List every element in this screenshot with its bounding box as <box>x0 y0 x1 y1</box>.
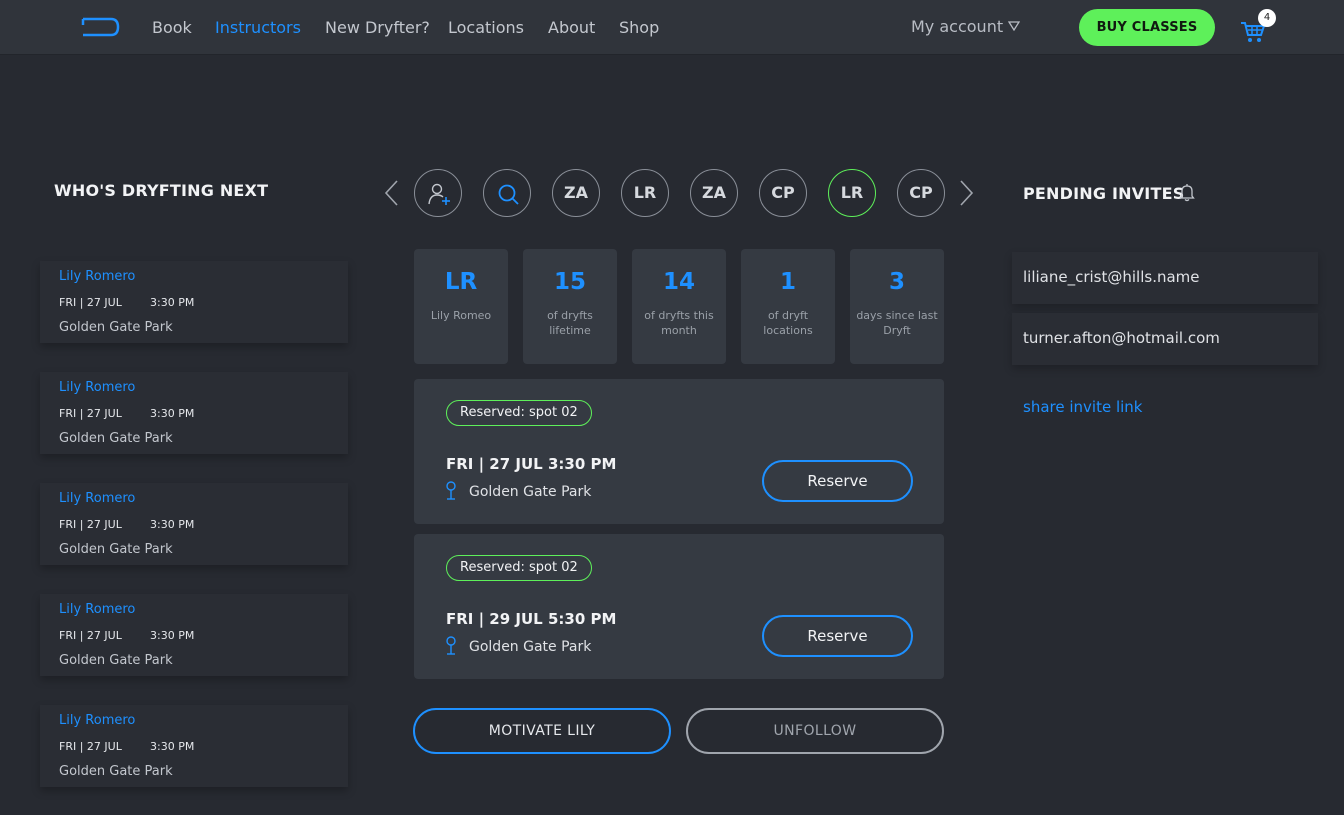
reservation-location: Golden Gate Park <box>469 639 592 655</box>
class-location: Golden Gate Park <box>59 764 173 779</box>
reservation-card: Reserved: spot 02 FRI | 29 JUL 5:30 PM G… <box>414 534 944 679</box>
reserved-badge: Reserved: spot 02 <box>446 400 592 426</box>
reservation-date: FRI | 29 JUL <box>446 610 543 628</box>
search-icon <box>498 184 519 205</box>
stat-card-initials: LR Lily Romeo <box>414 249 508 364</box>
reserve-button[interactable]: Reserve <box>762 460 913 502</box>
avatar-selected[interactable]: LR <box>828 169 876 217</box>
chevron-left-icon[interactable] <box>383 179 399 207</box>
buy-classes-button[interactable]: BUY CLASSES <box>1079 9 1215 46</box>
class-time: 3:30 PM <box>150 407 195 420</box>
reserved-badge: Reserved: spot 02 <box>446 555 592 581</box>
invite-item: turner.afton@hotmail.com <box>1012 313 1318 365</box>
bell-icon[interactable] <box>1179 183 1195 202</box>
reservation-location: Golden Gate Park <box>469 484 592 500</box>
stat-label: of dryfts this month <box>644 309 714 337</box>
stat-card-locations: 1 of dryft locations <box>741 249 835 364</box>
invite-email: turner.afton@hotmail.com <box>1023 329 1220 347</box>
class-location: Golden Gate Park <box>59 431 173 446</box>
stat-value: 15 <box>553 269 586 295</box>
whos-dryfting-title: WHO'S DRYFTING NEXT <box>54 181 269 200</box>
list-item[interactable]: Lily Romero FRI | 27 JUL 3:30 PM Golden … <box>40 372 348 454</box>
add-friend-button[interactable] <box>414 169 462 217</box>
class-date: FRI | 27 JUL <box>59 407 122 420</box>
class-date: FRI | 27 JUL <box>59 296 122 309</box>
avatar[interactable]: CP <box>759 169 807 217</box>
add-user-icon <box>428 183 450 205</box>
stat-card-this-month: 14 of dryfts this month <box>632 249 726 364</box>
invite-email: liliane_crist@hills.name <box>1023 268 1200 286</box>
class-time: 3:30 PM <box>150 518 195 531</box>
instructor-name-link[interactable]: Lily Romero <box>59 491 135 506</box>
reservation-card: Reserved: spot 02 FRI | 27 JUL 3:30 PM G… <box>414 379 944 524</box>
logo-icon[interactable] <box>80 17 120 37</box>
class-time: 3:30 PM <box>150 296 195 309</box>
invite-item: liliane_crist@hills.name <box>1012 252 1318 304</box>
class-date: FRI | 27 JUL <box>59 629 122 642</box>
list-item[interactable]: Lily Romero FRI | 27 JUL 3:30 PM Golden … <box>40 705 348 787</box>
nav-link-instructors[interactable]: Instructors <box>215 18 301 37</box>
avatar[interactable]: LR <box>621 169 669 217</box>
reserve-button[interactable]: Reserve <box>762 615 913 657</box>
instructor-name-link[interactable]: Lily Romero <box>59 713 135 728</box>
list-item[interactable]: Lily Romero FRI | 27 JUL 3:30 PM Golden … <box>40 483 348 565</box>
chevron-right-icon[interactable] <box>959 179 975 207</box>
avatar[interactable]: ZA <box>690 169 738 217</box>
avatar[interactable]: CP <box>897 169 945 217</box>
reservation-time: 5:30 PM <box>548 610 617 628</box>
stat-label: Lily Romeo <box>430 309 492 322</box>
nav-link-about[interactable]: About <box>548 18 595 37</box>
nav-link-book[interactable]: Book <box>152 18 192 37</box>
class-time: 3:30 PM <box>150 629 195 642</box>
stat-value: 14 <box>662 269 695 295</box>
stat-card-days-since: 3 days since last Dryft <box>850 249 944 364</box>
nav-link-locations[interactable]: Locations <box>448 18 524 37</box>
reservation-time: 3:30 PM <box>548 455 617 473</box>
stat-value: 3 <box>888 269 905 295</box>
reservation-date: FRI | 27 JUL <box>446 455 543 473</box>
chevron-down-icon[interactable] <box>1008 21 1020 31</box>
list-item[interactable]: Lily Romero FRI | 27 JUL 3:30 PM Golden … <box>40 594 348 676</box>
stat-value: LR <box>444 269 478 295</box>
location-pin-icon <box>446 481 456 500</box>
search-button[interactable] <box>483 169 531 217</box>
share-invite-link[interactable]: share invite link <box>1023 398 1142 416</box>
class-location: Golden Gate Park <box>59 653 173 668</box>
avatar[interactable]: ZA <box>552 169 600 217</box>
stat-card-lifetime: 15 of dryfts lifetime <box>523 249 617 364</box>
stat-label: of dryft locations <box>763 309 813 337</box>
class-location: Golden Gate Park <box>59 320 173 335</box>
location-pin-icon <box>446 636 456 655</box>
class-date: FRI | 27 JUL <box>59 740 122 753</box>
motivate-button[interactable]: MOTIVATE LILY <box>413 708 671 754</box>
stat-label: days since last Dryft <box>856 309 938 337</box>
my-account-menu[interactable]: My account <box>911 17 1003 36</box>
class-location: Golden Gate Park <box>59 542 173 557</box>
instructor-name-link[interactable]: Lily Romero <box>59 269 135 284</box>
stat-label: of dryfts lifetime <box>547 309 593 337</box>
stat-value: 1 <box>779 269 796 295</box>
cart-count-badge: 4 <box>1258 9 1276 27</box>
nav-link-shop[interactable]: Shop <box>619 18 659 37</box>
nav-link-new-dryfter[interactable]: New Dryfter? <box>325 18 430 37</box>
unfollow-button[interactable]: UNFOLLOW <box>686 708 944 754</box>
list-item[interactable]: Lily Romero FRI | 27 JUL 3:30 PM Golden … <box>40 261 348 343</box>
pending-invites-title: PENDING INVITES <box>1023 184 1185 203</box>
top-nav: Book Instructors New Dryfter? Locations … <box>0 0 1344 55</box>
instructor-name-link[interactable]: Lily Romero <box>59 602 135 617</box>
instructor-name-link[interactable]: Lily Romero <box>59 380 135 395</box>
class-date: FRI | 27 JUL <box>59 518 122 531</box>
class-time: 3:30 PM <box>150 740 195 753</box>
